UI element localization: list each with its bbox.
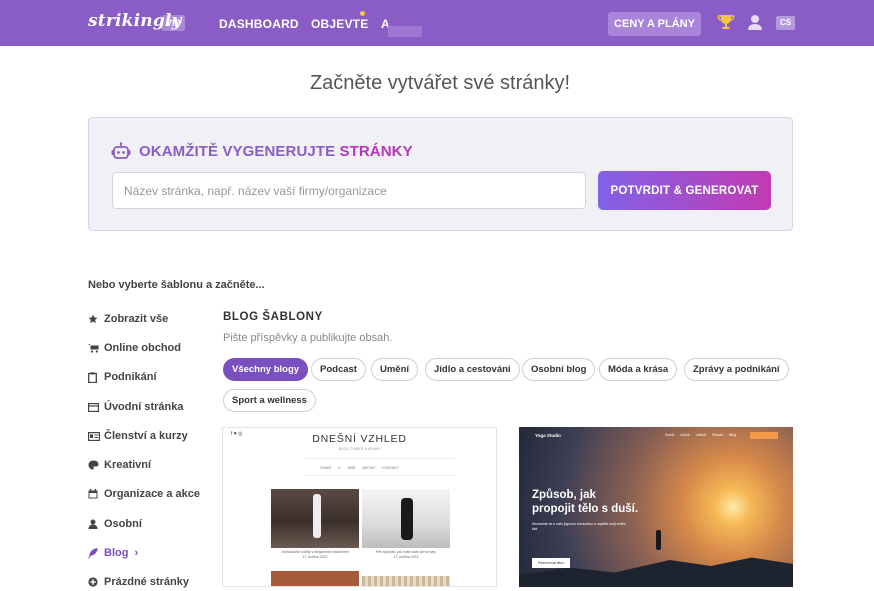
filter-fashion-beauty[interactable]: Móda a krása <box>599 358 678 381</box>
sidebar-item-blank-pages[interactable]: Prázdné stránky <box>88 573 189 591</box>
sidebar-item-label: Osobní <box>104 518 142 530</box>
post-caption: Jednoduché outfity s elegantním nádechem… <box>271 550 359 560</box>
pricing-plans-button[interactable]: CENY A PLÁNY <box>608 12 701 36</box>
filter-food-travel[interactable]: Jídlo a cestování <box>425 358 520 381</box>
page-title: Začněte vytvářet své stránky! <box>309 72 571 94</box>
filter-sport-wellness[interactable]: Sport a wellness <box>223 389 316 412</box>
sidebar-item-business[interactable]: Podnikání <box>88 368 157 386</box>
post-image-figure <box>313 494 321 538</box>
headline-line: propojit tělo s duší. <box>532 503 639 515</box>
blog-templates-subtitle: Pište příspěvky a publikujte obsah. <box>223 332 393 344</box>
yoga-figure <box>656 530 661 550</box>
sidebar-item-label: Podnikání <box>104 371 157 383</box>
cart-icon <box>88 343 104 353</box>
user-account-icon[interactable] <box>746 13 764 31</box>
post-caption: Pět způsobů, jak nosit malé černé šaty 1… <box>362 550 450 560</box>
filter-news-business[interactable]: Zprávy a podnikání <box>684 358 789 381</box>
nav-dashboard[interactable]: DASHBOARD <box>219 17 299 31</box>
blog-templates-title: BLOG ŠABLONY <box>223 311 323 323</box>
filter-podcast[interactable]: Podcast <box>311 358 366 381</box>
divider <box>305 458 455 459</box>
person-icon <box>88 519 104 529</box>
sidebar-item-blog[interactable]: Blog › <box>88 544 138 562</box>
generator-title: OKAMŽITĚ VYGENERUJTE STRÁNKY <box>139 143 413 160</box>
nav-overlay <box>388 26 422 37</box>
palette-icon <box>88 460 104 470</box>
template-nav: DOMŮ O MNĚ ARCHIV KONTAKT <box>320 466 399 470</box>
headline-line: Způsob, jak <box>532 489 596 501</box>
sidebar-item-label: Členství a kurzy <box>104 430 188 442</box>
sidebar-item-creative[interactable]: Kreativní <box>88 456 151 474</box>
choose-template-label: Nebo vyberte šablonu a začněte... <box>88 279 265 291</box>
template-title: DNEŠNÍ VZHLED <box>312 433 407 445</box>
template-cta <box>750 432 778 439</box>
sidebar-item-label: Kreativní <box>104 459 152 471</box>
post-image <box>362 576 450 586</box>
nav-explore[interactable]: OBJEVTE <box>311 17 368 31</box>
template-text: Seznamte se s naší jógovou komunitou a n… <box>532 522 627 531</box>
sidebar-item-organizations-events[interactable]: Organizace a akce <box>88 485 200 503</box>
star-icon <box>88 314 104 324</box>
filter-art[interactable]: Umění <box>371 358 419 381</box>
template-headline: Způsob, jak propojit tělo s duší. <box>532 488 638 516</box>
filter-personal-blog[interactable]: Osobní blog <box>522 358 596 381</box>
post-image-figure <box>401 498 413 540</box>
top-navigation-bar: strikingly VIP DASHBOARD OBJEVTE A CENY … <box>0 0 874 46</box>
sidebar-item-membership[interactable]: Členství a kurzy <box>88 427 188 445</box>
vip-badge: VIP <box>162 15 185 31</box>
template-card-fashion-blog[interactable]: f ♥ ◎ DNEŠNÍ VZHLED BLOG O MÓDĚ A KRÁSE … <box>222 427 497 587</box>
chevron-right-icon: › <box>134 547 139 559</box>
site-name-input[interactable] <box>112 172 586 209</box>
sidebar-item-landing-page[interactable]: Úvodní stránka <box>88 398 183 416</box>
calendar-icon <box>88 489 104 499</box>
divider <box>305 475 455 476</box>
clipboard-icon <box>88 371 104 383</box>
template-brand: Yoga Studio <box>535 433 561 438</box>
notification-dot <box>360 11 365 16</box>
post-date: 17. května 2022 <box>302 555 328 559</box>
sidebar-item-personal[interactable]: Osobní <box>88 515 142 533</box>
trophy-icon[interactable] <box>717 13 735 31</box>
sidebar-item-show-all[interactable]: Zobrazit vše <box>88 310 168 328</box>
template-tagline: BLOG O MÓDĚ A KRÁSE <box>339 447 380 451</box>
id-card-icon <box>88 431 104 441</box>
language-switch[interactable]: CS <box>776 16 795 30</box>
sidebar-item-online-store[interactable]: Online obchod <box>88 339 181 357</box>
instant-generator-panel: OKAMŽITĚ VYGENERUJTE STRÁNKY POTVRDIT & … <box>88 117 793 231</box>
template-card-yoga-studio[interactable]: Yoga Studio Domů Lekce Lektoři Rozvrh Bl… <box>519 427 793 587</box>
robot-icon <box>111 142 131 159</box>
sidebar-item-label: Zobrazit vše <box>104 313 169 325</box>
plus-circle-icon <box>88 577 104 587</box>
sidebar-item-label: Organizace a akce <box>104 488 201 500</box>
post-date: 17. května 2022 <box>393 555 419 559</box>
filter-all-blogs[interactable]: Všechny blogy <box>223 358 309 381</box>
feather-icon <box>88 547 104 559</box>
generator-title-main: OKAMŽITĚ VYGENERUJTE <box>139 143 336 160</box>
browser-window-icon <box>88 402 104 412</box>
sidebar-item-label: Prázdné stránky <box>104 576 189 588</box>
confirm-generate-button[interactable]: POTVRDIT & GENEROVAT <box>598 171 771 210</box>
generator-title-highlight: STRÁNKY <box>339 143 413 160</box>
template-button: Rezervovat lekci <box>532 558 570 568</box>
sidebar-item-label: Blog <box>104 547 129 559</box>
sidebar-item-label: Online obchod <box>104 342 181 354</box>
template-nav: Domů Lekce Lektoři Rozvrh Blog <box>665 433 737 437</box>
sidebar-item-label: Úvodní stránka <box>104 401 184 413</box>
